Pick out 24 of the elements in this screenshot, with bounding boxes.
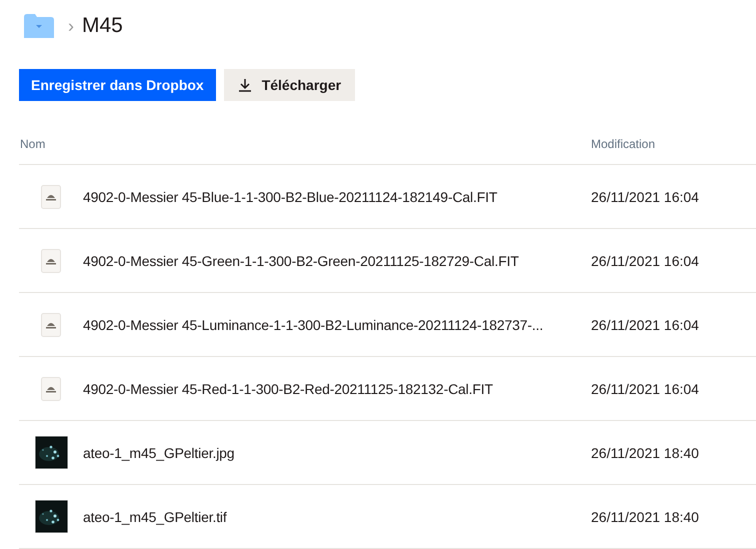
modified-date: 26/11/2021 16:04	[591, 380, 699, 396]
file-icon	[41, 248, 61, 272]
column-header[interactable]: Modification	[591, 136, 656, 150]
file-name[interactable]: 4902-0-Messier 45-Blue-1-1-300-B2-Blue-20211124-182149-Cal.FIT	[83, 188, 498, 204]
modified-date: 26/11/2021 16:04	[591, 188, 699, 204]
folder-icon[interactable]	[24, 14, 54, 38]
breadcrumb-separator: ›	[68, 16, 74, 36]
modified-date: 26/11/2021 16:04	[591, 252, 699, 268]
file-icon	[41, 312, 61, 336]
modified-date: 26/11/2021 18:40	[591, 508, 699, 524]
file-name[interactable]: 4902-0-Messier 45-Red-1-1-300-B2-Red-20211125-182132-Cal.FIT	[83, 380, 493, 396]
modified-date: 26/11/2021 16:04	[591, 316, 699, 332]
file-name[interactable]: 4902-0-Messier 45-Green-1-1-300-B2-Green-20211125-182729-Cal.FIT	[83, 252, 519, 268]
file-icon	[41, 184, 61, 208]
file-name[interactable]: 4902-0-Messier 45-Luminance-1-1-300-B2-Luminance-20211124-182737-...	[83, 316, 544, 332]
download-button[interactable]: Télécharger	[224, 69, 356, 101]
download-icon	[238, 78, 252, 92]
save-to-dropbox-button[interactable]: Enregistrer dans Dropbox	[19, 69, 216, 101]
file-name[interactable]: ateo-1_m45_GPeltier.tif	[83, 508, 227, 524]
modified-date: 26/11/2021 18:40	[591, 444, 699, 460]
file-icon	[41, 376, 61, 400]
column-header[interactable]: Nom	[20, 136, 46, 150]
file-name[interactable]: ateo-1_m45_GPeltier.jpg	[83, 444, 234, 460]
folder-title: M45	[82, 14, 123, 38]
